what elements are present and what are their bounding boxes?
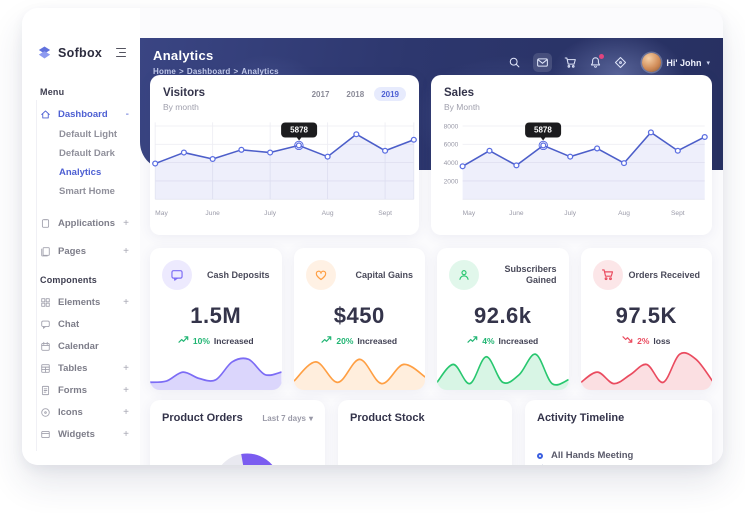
chat-icon: [40, 319, 51, 330]
stat-card-subscribers-gained: Subscribers Gained 92.6k 4% Increased: [437, 248, 569, 390]
product-orders-card: Product Orders Last 7 days ▾: [150, 400, 325, 465]
date-range-dropdown[interactable]: Last 7 days ▾: [262, 414, 313, 423]
stat-value: 92.6k: [437, 303, 569, 329]
page-canvas: Sofbox Menu Dashboard - Default Light De…: [0, 0, 745, 513]
user-icon: [449, 260, 479, 290]
stat-card-orders-received: Orders Received 97.5K 2% loss: [581, 248, 713, 390]
svg-text:8000: 8000: [444, 123, 459, 130]
sales-card: Sales By Month 2000 4000 6000 8000 May June Ju…: [431, 75, 712, 235]
sales-chart: 2000400060008000MayJuneJulyAugSept 5878: [431, 114, 712, 218]
product-orders-title: Product Orders: [162, 412, 243, 424]
visitors-title: Visitors: [163, 87, 205, 99]
svg-text:June: June: [205, 210, 220, 217]
grid-icon: [40, 297, 51, 308]
sidebar-item-calendar[interactable]: Calendar: [40, 335, 132, 357]
home-icon: [40, 109, 51, 120]
svg-text:June: June: [509, 210, 524, 217]
svg-text:Sept: Sept: [671, 210, 685, 217]
sales-chart-svg: 2000 4000 6000 8000 May June July Aug Sept: [433, 114, 710, 218]
activity-timeline-title: Activity Timeline: [537, 412, 700, 424]
stat-value: 97.5K: [581, 303, 713, 329]
sidebar-item-pages[interactable]: Pages +: [40, 237, 132, 265]
sidebar-item-default-light[interactable]: Default Light: [40, 125, 132, 144]
sidebar-item-smart-home[interactable]: Smart Home: [40, 182, 132, 201]
svg-text:Sept: Sept: [378, 210, 392, 217]
visitors-card: Visitors By month 2017 2018 2019 May June…: [150, 75, 419, 235]
sales-subtitle: By Month: [444, 102, 480, 112]
visitors-chart-svg: May June July Aug Sept: [152, 114, 417, 218]
menu-section-label: Menu: [40, 87, 132, 103]
timeline-item[interactable]: All Hands Meeting: [537, 450, 700, 461]
year-2017-button[interactable]: 2017: [305, 87, 337, 101]
sparkline-chart: [294, 344, 426, 390]
sofbox-logo-icon: [36, 44, 53, 61]
product-orders-donut: [207, 447, 287, 465]
sidebar-item-elements[interactable]: Elements +: [40, 291, 132, 313]
sparkline-chart: [437, 344, 569, 390]
sidebar-item-analytics[interactable]: Analytics: [40, 163, 132, 182]
activity-timeline-card: Activity Timeline All Hands Meeting: [525, 400, 712, 465]
timeline-connector: [542, 464, 543, 465]
dashboard-content: Visitors By month 2017 2018 2019 May June…: [140, 8, 723, 465]
sparkline-chart: [581, 344, 713, 390]
app-window: Sofbox Menu Dashboard - Default Light De…: [22, 8, 723, 465]
sparkline-chart: [150, 344, 282, 390]
sidebar-item-forms[interactable]: Forms +: [40, 379, 132, 401]
sidebar-item-applications[interactable]: Applications +: [40, 209, 132, 237]
message-icon: [162, 260, 192, 290]
year-filter: 2017 2018 2019: [305, 87, 406, 101]
file-icon: [40, 385, 51, 396]
timeline-dot-icon: [537, 453, 543, 459]
stat-value: $450: [294, 303, 426, 329]
table-icon: [40, 363, 51, 374]
svg-text:May: May: [155, 210, 168, 217]
svg-text:July: July: [564, 210, 577, 217]
main-area: Analytics Home > Dashboard > Analytics: [140, 8, 723, 465]
expand-indicator: +: [123, 246, 132, 257]
logo-text: Sofbox: [58, 46, 102, 60]
widget-icon: [40, 429, 51, 440]
stat-card-capital-gains: Capital Gains $450 20% Increased: [294, 248, 426, 390]
components-section-label: Components: [40, 275, 132, 291]
collapse-indicator: -: [126, 109, 132, 120]
sidebar-item-default-dark[interactable]: Default Dark: [40, 144, 132, 163]
svg-text:4000: 4000: [444, 160, 459, 167]
svg-text:May: May: [463, 210, 476, 217]
expand-indicator: +: [123, 218, 132, 229]
sidebar: Sofbox Menu Dashboard - Default Light De…: [22, 8, 140, 465]
svg-text:2000: 2000: [444, 178, 459, 185]
sidebar-item-widgets[interactable]: Widgets +: [40, 423, 132, 445]
product-stock-title: Product Stock: [350, 412, 500, 424]
clipboard-icon: [40, 218, 51, 229]
year-2018-button[interactable]: 2018: [339, 87, 371, 101]
chevron-down-icon: ▾: [309, 414, 313, 423]
stat-value: 1.5M: [150, 303, 282, 329]
heart-icon: [306, 260, 336, 290]
sidebar-item-tables[interactable]: Tables +: [40, 357, 132, 379]
svg-text:6000: 6000: [444, 142, 459, 149]
calendar-icon: [40, 341, 51, 352]
sidebar-item-chat[interactable]: Chat: [40, 313, 132, 335]
target-icon: [40, 407, 51, 418]
pages-icon: [40, 246, 51, 257]
sidebar-nav: Menu Dashboard - Default Light Default D…: [22, 61, 140, 445]
svg-text:July: July: [264, 210, 277, 217]
year-2019-button[interactable]: 2019: [374, 87, 406, 101]
stat-card-cash-deposits: Cash Deposits 1.5M 10% Increased: [150, 248, 282, 390]
svg-text:Aug: Aug: [618, 210, 630, 217]
cart-icon: [593, 260, 623, 290]
visitors-subtitle: By month: [163, 102, 205, 112]
sidebar-item-dashboard[interactable]: Dashboard -: [40, 103, 132, 125]
sidebar-toggle-icon[interactable]: [114, 46, 128, 60]
visitors-chart: MayJuneJulyAugSept 5878: [150, 114, 419, 218]
product-stock-card: Product Stock: [338, 400, 512, 465]
sidebar-item-icons[interactable]: Icons +: [40, 401, 132, 423]
sales-title: Sales: [444, 87, 480, 99]
svg-text:Aug: Aug: [322, 210, 334, 217]
